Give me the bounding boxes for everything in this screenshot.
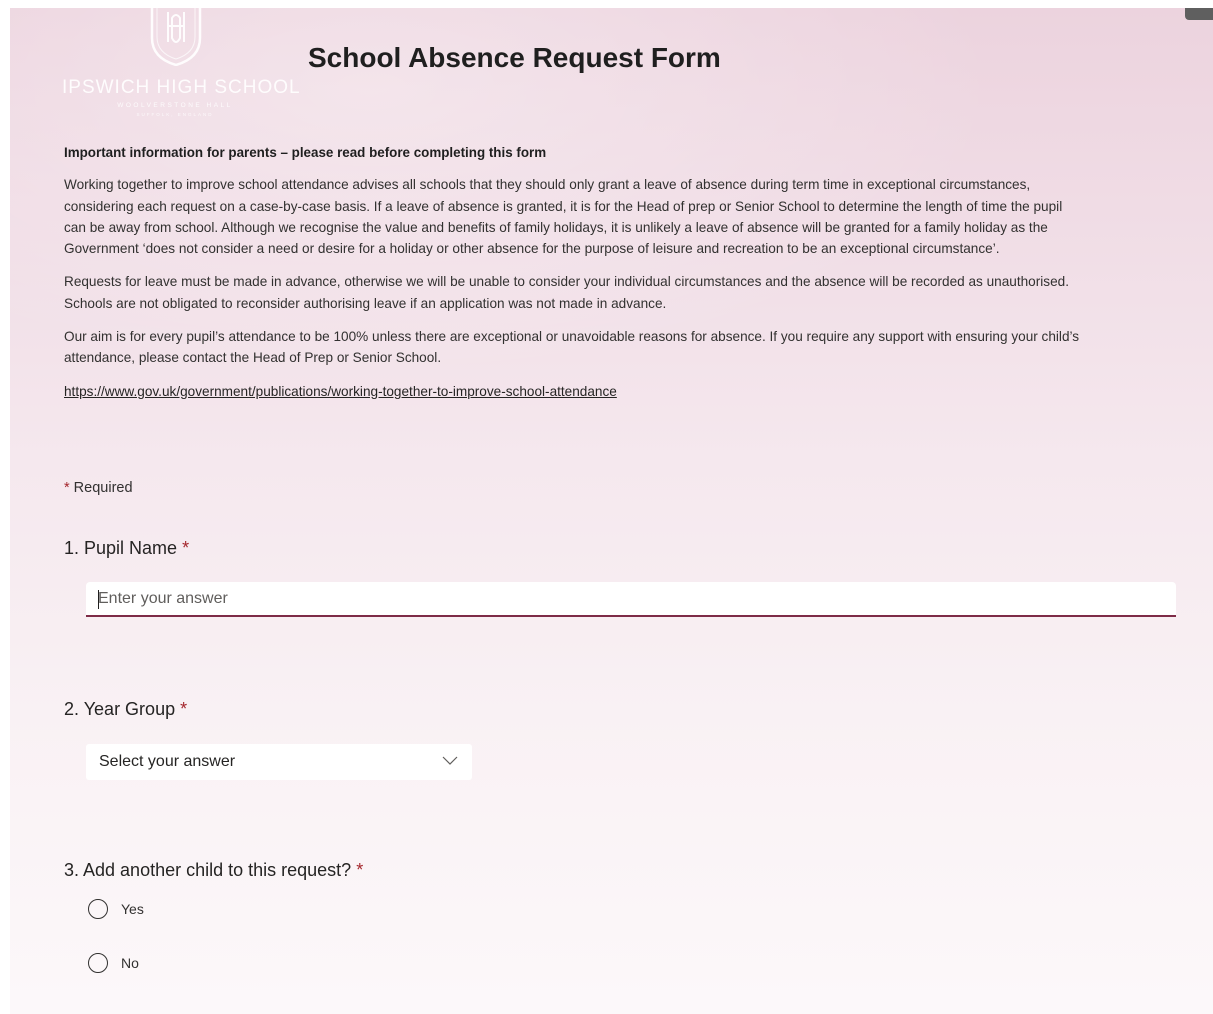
question-1-required-star: * bbox=[182, 538, 190, 558]
question-3-title: 3. Add another child to this request? * bbox=[64, 860, 363, 881]
year-group-dropdown[interactable]: Select your answer bbox=[86, 744, 472, 780]
question-2-required-star: * bbox=[180, 699, 188, 719]
question-1-title: 1. Pupil Name * bbox=[64, 538, 189, 559]
school-crest-icon bbox=[150, 8, 202, 66]
radio-empty-icon[interactable] bbox=[88, 953, 108, 973]
year-group-selected-value: Select your answer bbox=[99, 753, 236, 770]
description-paragraph-2: Requests for leave must be made in advan… bbox=[64, 274, 1069, 311]
pupil-name-input[interactable] bbox=[86, 582, 1176, 617]
gov-guidance-link[interactable]: https://www.gov.uk/government/publicatio… bbox=[64, 384, 617, 399]
description-heading: Important information for parents – plea… bbox=[64, 145, 547, 160]
required-note: * Required bbox=[64, 480, 133, 496]
form-title: School Absence Request Form bbox=[308, 42, 721, 73]
school-location: SUFFOLK, ENGLAND bbox=[136, 112, 214, 117]
radio-empty-icon[interactable] bbox=[88, 899, 108, 919]
chevron-down-icon bbox=[442, 756, 458, 765]
radio-label-no: No bbox=[121, 955, 139, 971]
question-3-required-star: * bbox=[356, 860, 364, 880]
school-logo: IPSWICH HIGH SCHOOL WOOLVERSTONE HALL SU… bbox=[62, 8, 301, 123]
radio-label-yes: Yes bbox=[121, 901, 144, 917]
question-1-label: 1. Pupil Name bbox=[64, 538, 183, 558]
school-name: IPSWICH HIGH SCHOOL bbox=[62, 77, 301, 98]
window-corner-tab bbox=[1185, 8, 1213, 20]
school-subtitle: WOOLVERSTONE HALL bbox=[117, 102, 233, 109]
description-link-row: https://www.gov.uk/government/publicatio… bbox=[64, 381, 1213, 402]
question-2-label: 2. Year Group bbox=[64, 699, 181, 719]
description-paragraph-3: Our aim is for every pupil’s attendance … bbox=[64, 329, 1080, 366]
description-paragraph-1: Working together to improve school atten… bbox=[64, 177, 1063, 257]
form-description: Important information for parents – plea… bbox=[64, 142, 1213, 414]
question-3-label: 3. Add another child to this request? bbox=[64, 860, 357, 880]
form-page: IPSWICH HIGH SCHOOL WOOLVERSTONE HALL SU… bbox=[10, 8, 1213, 1014]
text-cursor bbox=[98, 590, 99, 609]
required-note-text: Required bbox=[69, 480, 133, 496]
question-2-title: 2. Year Group * bbox=[64, 699, 187, 720]
